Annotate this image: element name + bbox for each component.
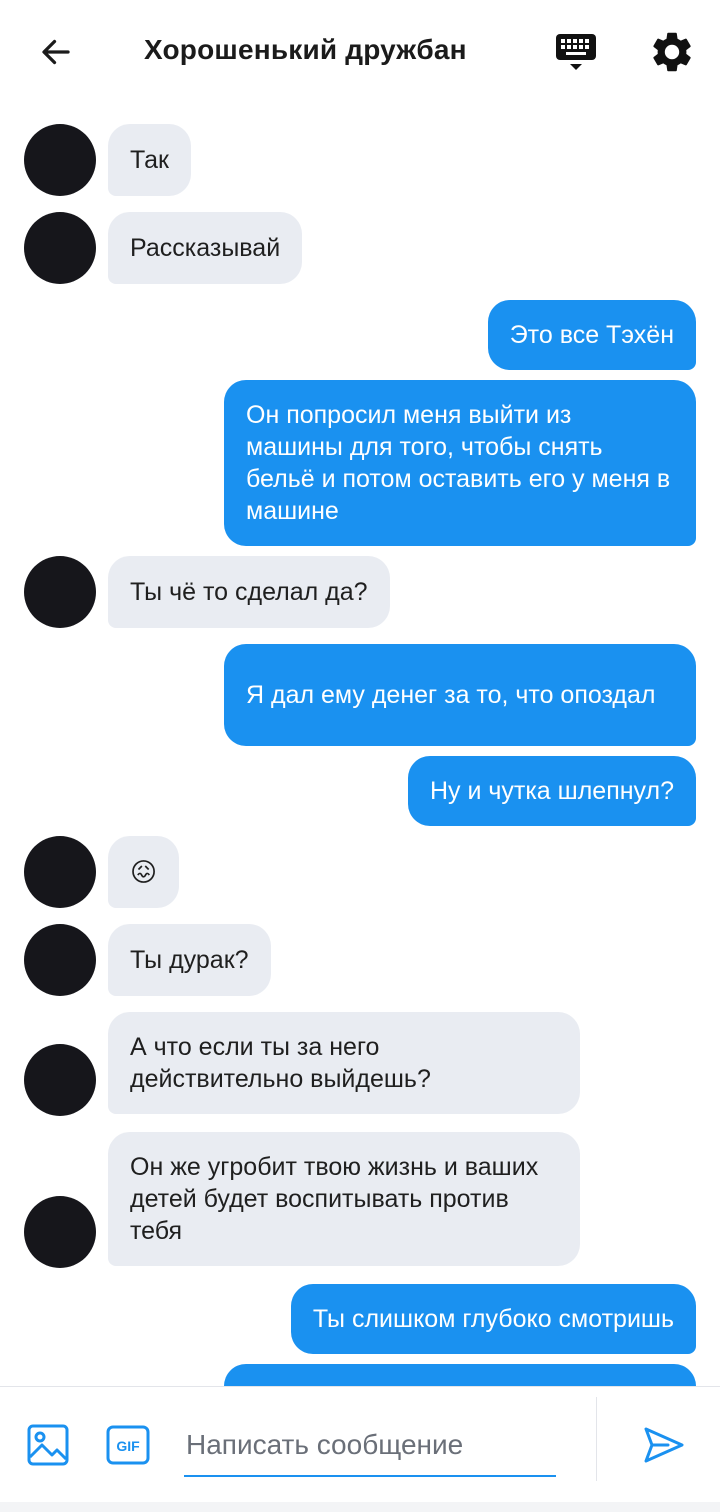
image-icon (27, 1424, 69, 1466)
avatar[interactable] (24, 212, 96, 284)
message-bubble-incoming[interactable]: Рассказывай (108, 212, 303, 284)
message-bubble-incoming[interactable]: Так (108, 124, 191, 196)
chat-header: Хорошенький дружбан (0, 0, 720, 104)
arrow-left-icon (42, 39, 70, 65)
composer-divider (596, 1397, 597, 1481)
chat-title: Хорошенький дружбан (144, 34, 467, 65)
message-bubble-outgoing[interactable] (224, 1364, 696, 1386)
message-bubble-incoming[interactable]: Он же угробит твою жизнь и ваших детей б… (108, 1132, 580, 1266)
keyboard-icon (556, 34, 596, 70)
avatar[interactable] (24, 124, 96, 196)
avatar[interactable] (24, 556, 96, 628)
system-nav-bar (0, 1502, 720, 1512)
avatar[interactable] (24, 1196, 96, 1268)
message-bubble-incoming[interactable]: А что если ты за него действительно выйд… (108, 1012, 580, 1114)
send-button[interactable] (640, 1421, 688, 1469)
message-bubble-outgoing[interactable]: Я дал ему денег за то, что опоздал (224, 644, 696, 746)
message-bubble-outgoing[interactable]: Ну и чутка шлепнул? (407, 756, 696, 826)
send-icon (644, 1427, 684, 1463)
back-button[interactable] (34, 30, 78, 74)
gif-icon: GIF (106, 1425, 150, 1465)
message-composer: GIF (0, 1386, 720, 1512)
gear-icon (653, 32, 691, 72)
attach-image-button[interactable] (26, 1423, 70, 1467)
avatar[interactable] (24, 924, 96, 996)
gif-label: GIF (116, 1438, 140, 1454)
message-bubble-incoming[interactable]: Ты дурак? (108, 924, 271, 996)
message-bubble-outgoing[interactable]: Ты слишком глубоко смотришь (290, 1284, 696, 1354)
avatar[interactable] (24, 1044, 96, 1116)
message-bubble-incoming[interactable]: 😖 (108, 836, 180, 908)
message-bubble-outgoing[interactable]: Он попросил меня выйти из машины для тог… (224, 380, 696, 546)
message-bubble-incoming[interactable]: Ты чё то сделал да? (108, 556, 390, 628)
settings-button[interactable] (648, 28, 696, 76)
keyboard-button[interactable] (552, 28, 600, 76)
message-bubble-outgoing[interactable]: Это все Тэхён (487, 300, 696, 370)
gif-button[interactable]: GIF (106, 1423, 150, 1467)
message-input[interactable] (184, 1415, 556, 1477)
message-list[interactable]: Так Рассказывай Это все Тэхён Он попроси… (0, 104, 720, 1386)
avatar[interactable] (24, 836, 96, 908)
